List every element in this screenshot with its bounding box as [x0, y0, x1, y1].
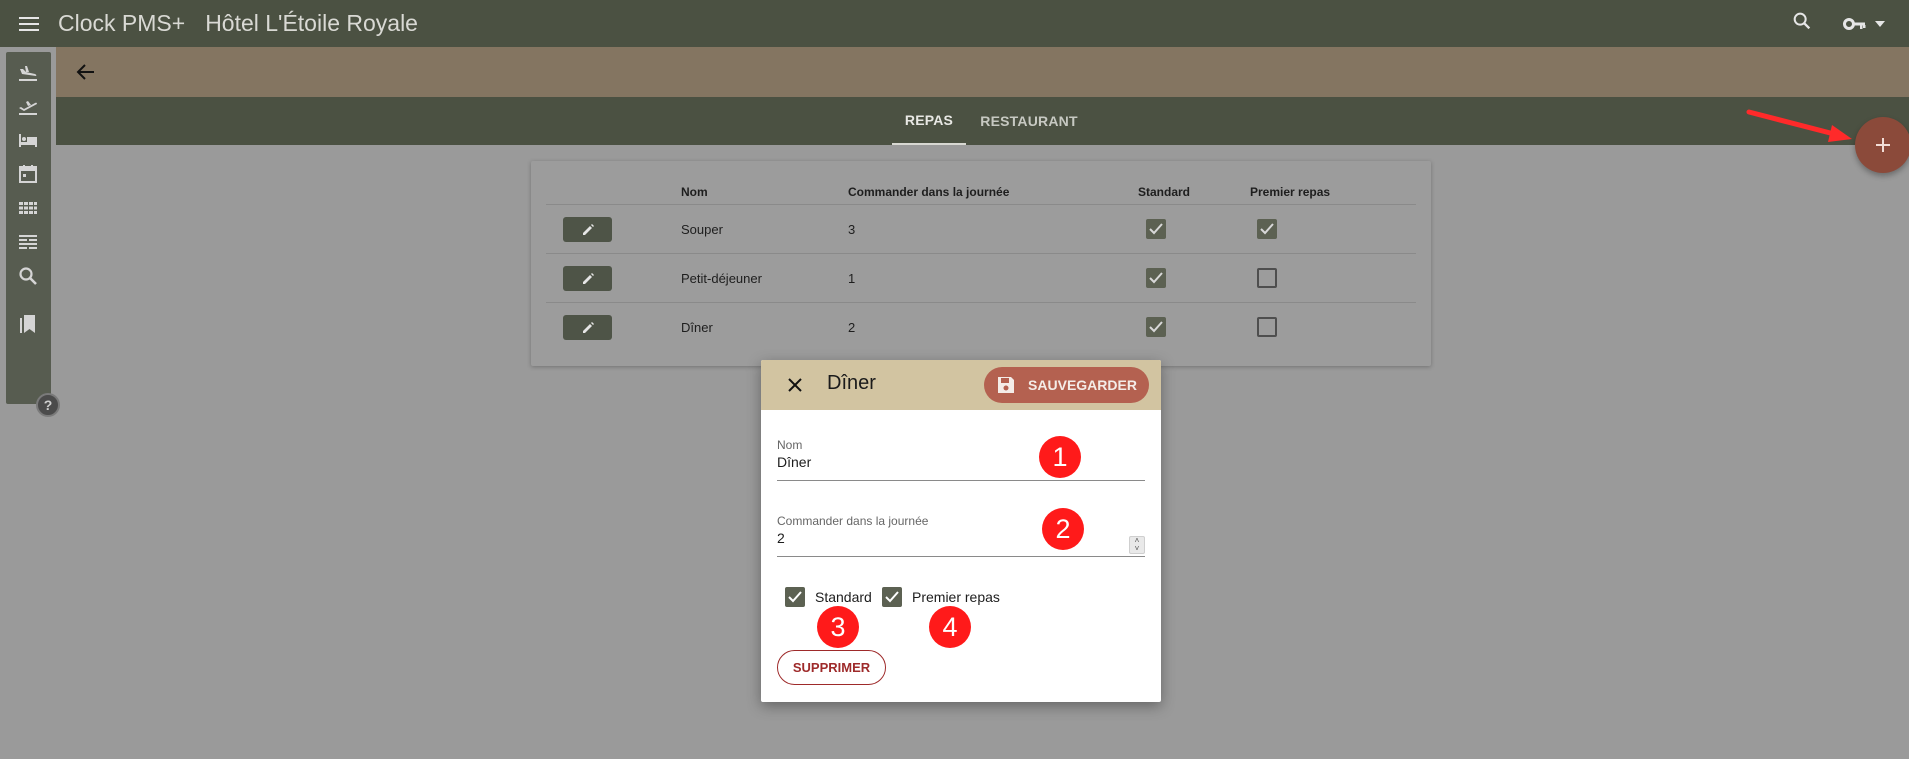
order-day-value[interactable]: 2 — [777, 530, 1145, 546]
nav-calendar[interactable] — [16, 162, 40, 186]
nav-bookmarks[interactable] — [16, 312, 40, 336]
flight-takeoff-icon — [19, 101, 37, 115]
sub-toolbar — [56, 47, 1909, 97]
standard-label: Standard — [815, 589, 872, 605]
help-icon[interactable]: ? — [36, 393, 60, 417]
order-day-label: Commander dans la journée — [777, 514, 929, 528]
edit-icon — [582, 272, 594, 284]
header-order-day: Commander dans la journée — [848, 185, 1010, 199]
check-icon — [1260, 223, 1274, 235]
annotation-badge: 1 — [1039, 436, 1081, 478]
check-icon — [1149, 223, 1163, 235]
check-icon — [1149, 272, 1163, 284]
premier-checkbox[interactable] — [882, 587, 902, 607]
dialog-title: Dîner — [827, 372, 876, 394]
grid-icon — [19, 202, 37, 214]
meals-table: Nom Commander dans la journée Standard P… — [531, 161, 1431, 366]
menu-button[interactable] — [0, 0, 58, 47]
nav-arrivals[interactable] — [16, 60, 40, 84]
app-top-bar: Clock PMS+ Hôtel L'Étoile Royale — [0, 0, 1909, 47]
table-row: Petit-déjeuner 1 — [546, 253, 1416, 302]
search-icon — [19, 267, 37, 285]
annotation-badge: 3 — [817, 606, 859, 648]
app-title: Clock PMS+ Hôtel L'Étoile Royale — [58, 10, 418, 37]
annotation-arrow — [1746, 109, 1852, 142]
chevron-down-icon — [1875, 20, 1885, 27]
meal-name: Petit-déjeuner — [681, 271, 762, 286]
account-menu-button[interactable] — [1843, 15, 1885, 33]
add-meal-button[interactable] — [1855, 117, 1909, 173]
standard-checkbox[interactable] — [1146, 219, 1166, 239]
bookmarks-icon — [20, 315, 35, 333]
check-icon — [1149, 321, 1163, 333]
tab-restaurant[interactable]: RESTAURANT — [976, 97, 1082, 145]
edit-button[interactable] — [563, 266, 612, 291]
flight-land-icon — [19, 66, 37, 81]
delete-button[interactable]: SUPPRIMER — [777, 650, 886, 685]
side-nav-rail — [6, 52, 51, 404]
meal-name: Souper — [681, 222, 723, 237]
nav-departures[interactable] — [16, 94, 40, 118]
arrow-back-icon — [76, 64, 94, 80]
quantity-stepper[interactable]: ˄ ˅ — [1129, 536, 1145, 554]
check-icon — [885, 591, 899, 603]
product-name: Clock PMS+ — [58, 10, 186, 36]
close-icon — [788, 378, 802, 392]
save-button[interactable]: SAUVEGARDER — [984, 367, 1149, 403]
order-day-field[interactable]: Commander dans la journée 2 ˄ ˅ — [777, 514, 1145, 557]
close-button[interactable] — [783, 373, 807, 397]
calendar-icon — [19, 165, 37, 183]
edit-button[interactable] — [563, 217, 612, 242]
edit-icon — [582, 321, 594, 333]
edit-meal-dialog: Dîner SAUVEGARDER Nom Dîner Commander da… — [761, 360, 1161, 702]
premier-option[interactable]: Premier repas — [882, 587, 1000, 607]
tab-repas[interactable]: REPAS — [892, 97, 966, 145]
meal-order-day: 2 — [848, 320, 856, 335]
standard-option[interactable]: Standard — [785, 587, 872, 607]
nav-search[interactable] — [16, 264, 40, 288]
meal-order-day: 1 — [848, 271, 856, 286]
menu-icon — [19, 16, 39, 31]
annotation-badge: 4 — [929, 606, 971, 648]
save-icon — [998, 377, 1015, 393]
header-name: Nom — [681, 185, 708, 199]
annotation-badge: 2 — [1042, 508, 1084, 550]
search-button[interactable] — [1791, 10, 1813, 37]
standard-checkbox[interactable] — [1146, 268, 1166, 288]
bed-icon — [19, 134, 37, 147]
edit-icon — [582, 223, 594, 235]
name-field-label: Nom — [777, 438, 803, 452]
plus-icon — [1876, 138, 1890, 152]
save-label: SAUVEGARDER — [1028, 377, 1137, 393]
hotel-name: Hôtel L'Étoile Royale — [205, 10, 418, 36]
table-row: Dîner 2 — [546, 302, 1416, 351]
premier-checkbox[interactable] — [1257, 317, 1277, 337]
header-standard: Standard — [1138, 185, 1191, 199]
meal-name: Dîner — [681, 320, 713, 335]
premier-checkbox[interactable] — [1257, 219, 1277, 239]
back-button[interactable] — [74, 60, 98, 84]
premier-checkbox[interactable] — [1257, 268, 1277, 288]
premier-label: Premier repas — [912, 589, 1000, 605]
list-icon — [19, 235, 37, 249]
name-field-value[interactable]: Dîner — [777, 454, 1145, 470]
check-icon — [788, 591, 802, 603]
nav-rooms[interactable] — [16, 128, 40, 152]
standard-checkbox[interactable] — [1146, 317, 1166, 337]
header-premier: Premier repas — [1250, 185, 1331, 199]
standard-checkbox[interactable] — [785, 587, 805, 607]
meal-order-day: 3 — [848, 222, 856, 237]
dialog-header: Dîner SAUVEGARDER — [761, 360, 1161, 410]
name-field[interactable]: Nom Dîner — [777, 438, 1145, 481]
nav-list[interactable] — [16, 230, 40, 254]
edit-button[interactable] — [563, 315, 612, 340]
nav-grid[interactable] — [16, 196, 40, 220]
tabs-bar: REPAS RESTAURANT — [56, 97, 1909, 145]
table-row: Souper 3 — [546, 204, 1416, 253]
search-icon — [1793, 12, 1811, 30]
key-icon — [1843, 17, 1866, 30]
